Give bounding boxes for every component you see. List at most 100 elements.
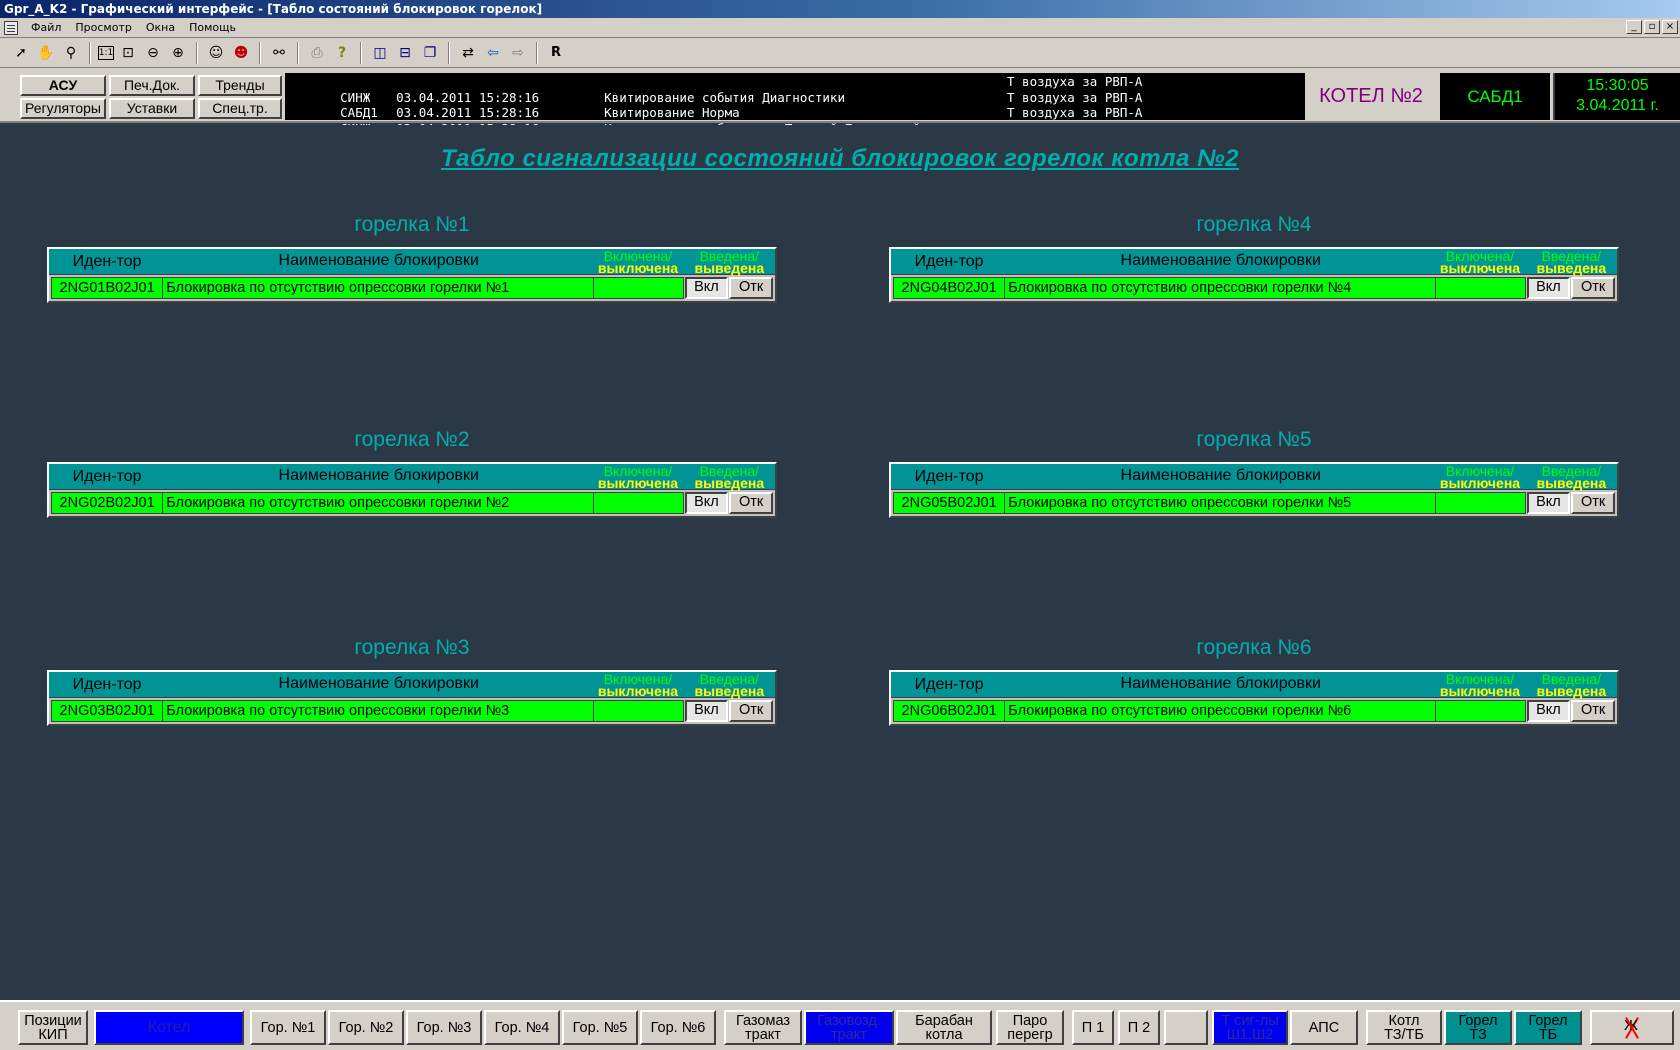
gor2-button[interactable]: Гор. №2 bbox=[328, 1010, 404, 1045]
back-icon[interactable]: ⇦ bbox=[482, 42, 504, 64]
lockout-state-indicator bbox=[594, 492, 684, 514]
menu-view[interactable]: Просмотр bbox=[68, 21, 138, 34]
layout-cascade-icon[interactable]: ❐ bbox=[419, 42, 441, 64]
gorel-tz-button[interactable]: Горел ТЗ bbox=[1444, 1010, 1512, 1045]
p1-button[interactable]: П 1 bbox=[1072, 1010, 1114, 1045]
p2-button[interactable]: П 2 bbox=[1118, 1010, 1160, 1045]
zoom-fit-icon[interactable]: ⊡ bbox=[117, 42, 139, 64]
toolbar-separator bbox=[448, 41, 450, 64]
kotl-line1: Котл bbox=[1388, 1012, 1420, 1029]
zoom-out-icon[interactable]: ⊖ bbox=[142, 42, 164, 64]
event-param: Т воздуха за РВП-А bbox=[1007, 105, 1143, 120]
disable-button[interactable]: Отк bbox=[1571, 277, 1615, 299]
header: АСУ Печ.Док. Тренды Регуляторы Уставки С… bbox=[0, 68, 1680, 136]
disable-button[interactable]: Отк bbox=[1571, 492, 1615, 514]
gazovozd-button[interactable]: Газовозд. тракт bbox=[804, 1010, 894, 1045]
setpoints-button[interactable]: Уставки bbox=[109, 98, 195, 119]
regulators-button[interactable]: Регуляторы bbox=[20, 98, 106, 119]
spec-tr-button[interactable]: Спец.тр. bbox=[198, 98, 282, 119]
close-button[interactable]: × bbox=[1662, 20, 1678, 34]
table-row: 2NG06B02J01 Блокировка по отсутствию опр… bbox=[891, 698, 1617, 724]
gor1-button[interactable]: Гор. №1 bbox=[250, 1010, 326, 1045]
event-row[interactable]: СИНЖ03.04.2011 15:28:16Квитирование собы… bbox=[295, 74, 1295, 105]
enable-button[interactable]: Вкл bbox=[684, 492, 729, 514]
r-button[interactable]: R bbox=[545, 42, 567, 64]
enable-button[interactable]: Вкл bbox=[684, 700, 729, 722]
trends-button[interactable]: Тренды bbox=[198, 75, 282, 96]
event-log[interactable]: СИНЖ 03.04.2011 15:28:16 Квитирование собы… bbox=[285, 73, 1305, 136]
window-switch-icon[interactable]: ⇄ bbox=[457, 42, 479, 64]
baraban-button[interactable]: Барабан котла bbox=[896, 1010, 992, 1045]
lockout-name: Блокировка по отсутствию опрессовки горе… bbox=[163, 700, 595, 722]
header-state-inserted-bot: выведена bbox=[694, 260, 765, 276]
burner-title: горелка №3 bbox=[354, 636, 470, 659]
zoom-1-1-icon[interactable]: 1:1 bbox=[98, 45, 114, 60]
user-delete-icon[interactable]: ☻ bbox=[230, 42, 252, 64]
binoculars-icon[interactable]: ⚯ bbox=[268, 42, 290, 64]
exit-button[interactable]: Ж bbox=[1590, 1010, 1674, 1045]
gazomaz-button[interactable]: Газомаз тракт bbox=[724, 1010, 802, 1045]
lockout-id: 2NG04B02J01 bbox=[893, 277, 1006, 299]
table-header: Иден-тор Наименование блокировки Включен… bbox=[891, 464, 1617, 490]
kotel-button[interactable]: Котел bbox=[94, 1010, 244, 1045]
lockout-state-indicator bbox=[594, 277, 684, 299]
tsig-button[interactable]: Т сиг-лы Ш1,Ш2 bbox=[1212, 1010, 1288, 1045]
header-state-enabled: Включена/ выключена bbox=[1434, 249, 1525, 275]
print-icon[interactable]: ⎙ bbox=[306, 42, 328, 64]
gor5-button[interactable]: Гор. №5 bbox=[562, 1010, 638, 1045]
aps-button[interactable]: АПС bbox=[1290, 1010, 1358, 1045]
enable-button[interactable]: Вкл bbox=[1526, 277, 1571, 299]
document-icon[interactable] bbox=[4, 20, 18, 35]
forward-icon[interactable]: ⇨ bbox=[507, 42, 529, 64]
enable-button[interactable]: Вкл bbox=[1526, 492, 1571, 514]
enable-button[interactable]: Вкл bbox=[684, 277, 729, 299]
disable-button[interactable]: Отк bbox=[729, 492, 773, 514]
gor4-button[interactable]: Гор. №4 bbox=[484, 1010, 560, 1045]
disable-button[interactable]: Отк bbox=[1571, 700, 1615, 722]
menu-windows[interactable]: Окна bbox=[139, 21, 182, 34]
main-panel: Табло сигнализации состояний блокировок … bbox=[0, 125, 1680, 1000]
disable-button[interactable]: Отк bbox=[729, 277, 773, 299]
exit-icon: Ж bbox=[1620, 1016, 1644, 1040]
header-id: Иден-тор bbox=[914, 253, 984, 270]
layout-rows-icon[interactable]: ⊟ bbox=[394, 42, 416, 64]
toolbar-separator bbox=[297, 41, 299, 64]
pos-kip-button[interactable]: Позиции КИП bbox=[18, 1010, 88, 1045]
burner-block-4: горелка №4 Иден-тор Наименование блокиро… bbox=[889, 213, 1619, 303]
footer-nav: Позиции КИП Котел Гор. №1 Гор. №2 Гор. №… bbox=[0, 1000, 1680, 1050]
print-doc-button[interactable]: Печ.Док. bbox=[109, 75, 195, 96]
header-state-inserted: Введена/ выведена bbox=[684, 464, 775, 490]
event-row[interactable]: СИНЖ03.04.2011 15:28:16Квитирование собы… bbox=[295, 105, 1295, 136]
hand-icon[interactable]: ✋ bbox=[35, 42, 57, 64]
header-name: Наименование блокировки bbox=[1120, 252, 1321, 269]
window-title: Gpr_A_K2 - Графический интерфейс - [Табл… bbox=[0, 0, 1680, 18]
paro-button[interactable]: Паро перегр bbox=[996, 1010, 1064, 1045]
help-icon[interactable]: ? bbox=[331, 42, 353, 64]
pointer-icon[interactable]: ➚ bbox=[10, 42, 32, 64]
lockout-state-indicator bbox=[1436, 492, 1526, 514]
user-icon[interactable]: ☺ bbox=[205, 42, 227, 64]
layout-cols-icon[interactable]: ◫ bbox=[369, 42, 391, 64]
zoom-in-icon[interactable]: ⊕ bbox=[167, 42, 189, 64]
minimize-button[interactable]: _ bbox=[1626, 20, 1642, 34]
toolbar-separator bbox=[536, 41, 538, 64]
menu-help[interactable]: Помощь bbox=[182, 21, 243, 34]
restore-button[interactable]: ▫ bbox=[1644, 20, 1660, 34]
blank-button[interactable] bbox=[1164, 1010, 1208, 1045]
enable-button[interactable]: Вкл bbox=[1526, 700, 1571, 722]
asu-button[interactable]: АСУ bbox=[20, 75, 106, 96]
gorel-tb-button[interactable]: Горел ТБ bbox=[1514, 1010, 1582, 1045]
menu-file[interactable]: Файл bbox=[24, 21, 68, 34]
burner-block-6: горелка №6 Иден-тор Наименование блокиро… bbox=[889, 636, 1619, 726]
header-state-enabled-bot: выключена bbox=[597, 475, 679, 491]
kotl-tz-tb-button[interactable]: Котл ТЗ/ТБ bbox=[1366, 1010, 1442, 1045]
header-state-inserted-bot: выведена bbox=[1536, 683, 1607, 699]
gor6-button[interactable]: Гор. №6 bbox=[640, 1010, 716, 1045]
lockout-name: Блокировка по отсутствию опрессовки горе… bbox=[1005, 277, 1437, 299]
gor3-button[interactable]: Гор. №3 bbox=[406, 1010, 482, 1045]
event-row[interactable]: САБД1 03.04.2011 15:28:16 Квитирование Нор… bbox=[295, 90, 1295, 121]
header-name: Наименование блокировки bbox=[278, 675, 479, 692]
disable-button[interactable]: Отк bbox=[729, 700, 773, 722]
zoom-icon[interactable]: ⚲ bbox=[60, 42, 82, 64]
burner-title: горелка №5 bbox=[1196, 428, 1312, 451]
